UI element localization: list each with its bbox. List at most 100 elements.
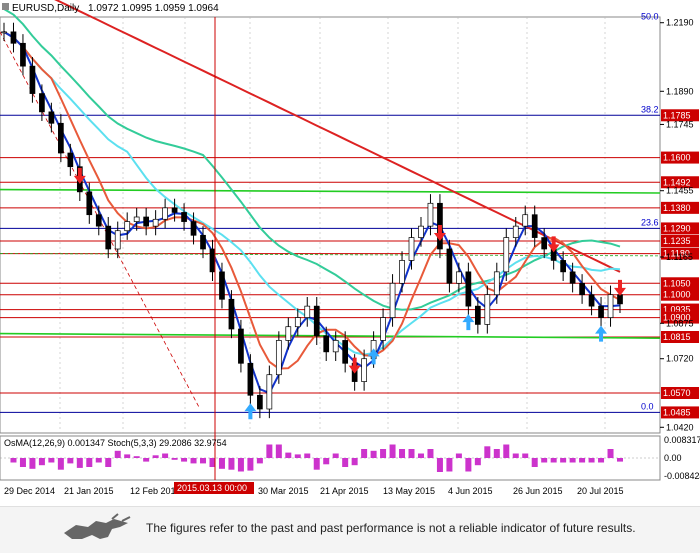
candle-body bbox=[598, 305, 604, 318]
candle-body bbox=[1, 31, 7, 34]
ma-200-line bbox=[54, 0, 621, 273]
candle-body bbox=[579, 282, 585, 296]
candle-body bbox=[418, 225, 424, 238]
osma-bar bbox=[465, 458, 472, 472]
candle-body bbox=[342, 340, 349, 364]
osma-bar bbox=[29, 458, 36, 469]
candlesticks bbox=[1, 22, 623, 419]
cursor-date-label: 2015.03.13 00:00 bbox=[177, 483, 247, 493]
osma-bar bbox=[493, 449, 500, 458]
candle-body bbox=[541, 237, 548, 250]
candle-body bbox=[67, 152, 74, 168]
level-tag-label: 1.1235 bbox=[663, 236, 691, 246]
candle-body bbox=[313, 305, 320, 337]
y-tick-label: 1.0420 bbox=[666, 422, 694, 432]
candle-body bbox=[105, 225, 112, 250]
fib-label: 50.0 bbox=[641, 12, 659, 22]
osma-bar bbox=[569, 458, 576, 463]
osma-bar bbox=[133, 456, 140, 458]
osma-bar bbox=[67, 458, 74, 464]
fib-label: 23.6 bbox=[641, 217, 659, 227]
level-tag-label: 1.1050 bbox=[663, 278, 691, 288]
indicator-label: OsMA(12,26,9) 0.001347 Stoch(5,3,3) 29.2… bbox=[4, 438, 227, 448]
candle-body bbox=[190, 221, 197, 236]
symbol-label: EURUSD,Daily bbox=[12, 3, 79, 14]
osma-axis-label: 0.00 bbox=[664, 453, 682, 463]
osma-bar bbox=[436, 458, 443, 472]
ohlc-label: 1.0972 1.0995 1.0959 1.0964 bbox=[88, 3, 219, 14]
osma-bar bbox=[484, 446, 491, 458]
ma-cyan-line bbox=[3, 31, 621, 356]
osma-bar bbox=[455, 453, 462, 458]
candle-body bbox=[456, 271, 462, 284]
osma-bar bbox=[474, 458, 481, 466]
osma-bar bbox=[275, 444, 282, 458]
osma-bar bbox=[162, 453, 169, 458]
osma-bar bbox=[105, 458, 112, 467]
bull-logo-icon bbox=[64, 513, 131, 539]
osma-bar bbox=[531, 458, 538, 467]
osma-bar bbox=[190, 458, 197, 464]
level-tag-label: 1.0570 bbox=[663, 388, 691, 398]
osma-bar bbox=[285, 452, 292, 458]
x-tick-label: 26 Jun 2015 bbox=[513, 486, 563, 496]
price-chart[interactable]: 1.17851.16001.14921.13801.12901.12351.11… bbox=[0, 0, 700, 506]
candle-body bbox=[219, 271, 225, 300]
candle-body bbox=[181, 212, 187, 222]
candle-body bbox=[48, 111, 55, 124]
osma-bar bbox=[522, 453, 529, 458]
candle-body bbox=[20, 42, 26, 67]
candle-body bbox=[200, 234, 206, 250]
x-tick-label: 12 Feb 2015 bbox=[130, 486, 181, 496]
candle-body bbox=[58, 122, 64, 154]
chart-window: 1.1785 1.1600 1.1492 1.1380 1.1290 1.1235 1.11… bbox=[0, 0, 700, 506]
candle-body bbox=[95, 214, 102, 227]
x-tick-label: 21 Jan 2015 bbox=[64, 486, 114, 496]
osma-bar bbox=[361, 449, 368, 458]
osma-bar bbox=[95, 458, 102, 463]
osma-bar bbox=[617, 458, 623, 462]
candle-body bbox=[389, 282, 396, 318]
candle-body bbox=[323, 335, 330, 353]
candle-body bbox=[503, 237, 510, 273]
candle-body bbox=[238, 328, 244, 364]
candle-body bbox=[10, 31, 17, 44]
candle-body bbox=[86, 191, 93, 216]
osma-bar bbox=[370, 450, 377, 458]
osma-bar bbox=[550, 458, 557, 463]
x-tick-label: 13 May 2015 bbox=[383, 486, 435, 496]
x-tick-label: 21 Apr 2015 bbox=[320, 486, 369, 496]
candle-body bbox=[569, 271, 576, 284]
candle-body bbox=[465, 271, 472, 307]
osma-bar bbox=[579, 458, 586, 463]
x-tick-label: 29 Dec 2014 bbox=[4, 486, 55, 496]
osma-bar bbox=[598, 458, 605, 463]
osma-bar bbox=[503, 444, 510, 458]
x-tick-label: 20 Jul 2015 bbox=[577, 486, 624, 496]
down-arrow-icon bbox=[614, 279, 626, 296]
osma-bar bbox=[266, 444, 273, 458]
x-tick-label: 30 Mar 2015 bbox=[258, 486, 309, 496]
osma-bar bbox=[588, 458, 595, 463]
candle-body bbox=[124, 221, 131, 232]
osma-bar bbox=[171, 458, 178, 460]
osma-bar bbox=[417, 453, 424, 458]
level-tag-label: 1.0815 bbox=[663, 332, 691, 342]
candle-body bbox=[114, 230, 121, 250]
osma-bar bbox=[342, 458, 349, 467]
fib-label: 38.2 bbox=[641, 104, 659, 114]
y-tick-label: 1.1165 bbox=[666, 252, 693, 262]
down-arrow-icon bbox=[348, 357, 361, 374]
signal-arrows bbox=[73, 167, 626, 420]
osma-bar bbox=[228, 458, 235, 470]
candle-body bbox=[531, 214, 538, 238]
candle-body bbox=[427, 202, 434, 227]
osma-bar bbox=[408, 449, 415, 458]
candle-body bbox=[361, 358, 367, 382]
osma-bar bbox=[560, 458, 567, 463]
candle-body bbox=[228, 298, 235, 330]
osma-bar bbox=[380, 449, 387, 458]
candle-body bbox=[294, 317, 301, 328]
candle-body bbox=[247, 362, 254, 396]
osma-bar bbox=[399, 449, 406, 458]
